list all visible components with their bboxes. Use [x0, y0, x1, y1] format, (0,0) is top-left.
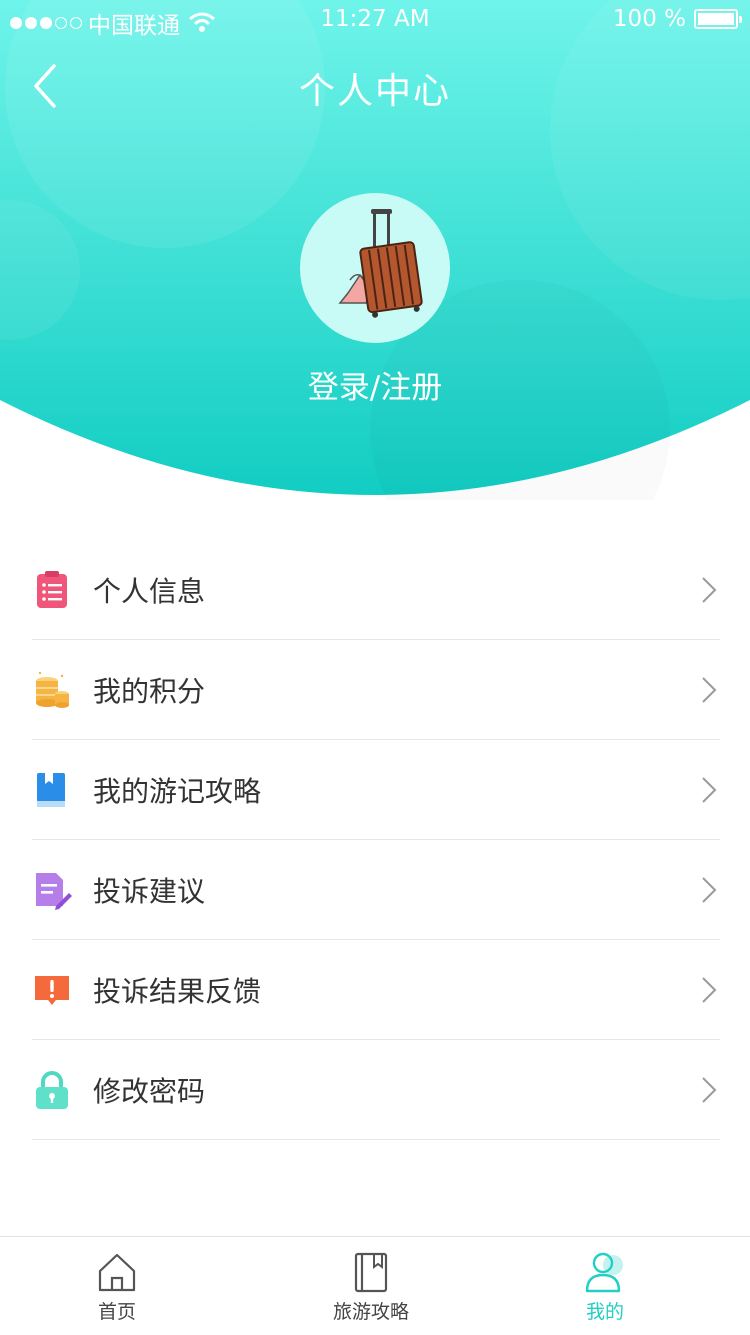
tab-label: 我的 [585, 1301, 624, 1323]
guide-book-icon [354, 1252, 388, 1293]
edit-document-icon [36, 872, 72, 910]
alert-message-icon [35, 975, 69, 1005]
tab-label: 首页 [97, 1301, 136, 1323]
menu-item-label: 投诉结果反馈 [93, 974, 262, 1008]
user-icon [585, 1252, 623, 1293]
battery-percent: 100 % [612, 6, 686, 32]
tab-mine[interactable]: 我的 [480, 1237, 730, 1335]
chevron-right-icon [702, 976, 717, 1003]
battery-icon [694, 9, 742, 29]
chevron-right-icon [702, 876, 717, 903]
book-icon [37, 772, 65, 807]
menu-item-label: 我的游记攻略 [93, 774, 262, 808]
menu-item-label: 投诉建议 [93, 874, 206, 908]
chevron-right-icon [702, 776, 717, 803]
luggage-icon [338, 209, 423, 318]
menu-item-label: 个人信息 [93, 574, 206, 608]
tab-bar: 首页 旅游攻略 我的 [0, 1236, 750, 1335]
chevron-right-icon [702, 676, 717, 703]
menu-item-label: 我的积分 [93, 674, 206, 708]
tab-home[interactable]: 首页 [0, 1237, 242, 1335]
login-register-link[interactable]: 登录/注册 [0, 362, 750, 407]
tab-label: 旅游攻略 [332, 1301, 409, 1323]
chevron-right-icon [702, 1076, 717, 1103]
profile-header: 中国联通 11:27 AM 100 % 个人中心 登录/注册 [0, 0, 750, 500]
chevron-right-icon [702, 576, 717, 603]
menu-item-label: 修改密码 [93, 1074, 206, 1108]
menu-item-my-points[interactable]: 我的积分 [32, 640, 720, 740]
lock-icon [36, 1070, 68, 1109]
status-bar: 中国联通 11:27 AM 100 % [0, 0, 750, 40]
home-icon [98, 1253, 136, 1292]
menu-item-complaint-feedback[interactable]: 投诉结果反馈 [32, 940, 720, 1040]
coins-icon [36, 671, 69, 708]
menu-item-change-password[interactable]: 修改密码 [32, 1040, 720, 1140]
avatar[interactable] [300, 193, 450, 343]
page-title: 个人中心 [298, 71, 451, 112]
tab-travel-guide[interactable]: 旅游攻略 [246, 1237, 496, 1335]
clipboard-icon [37, 570, 67, 608]
menu-item-personal-info[interactable]: 个人信息 [32, 540, 720, 640]
menu-list: 个人信息 我的积分 我的游记攻略 投诉建议 投诉结果反馈 修改密码 [32, 540, 720, 1140]
menu-item-travel-notes[interactable]: 我的游记攻略 [32, 740, 720, 840]
menu-item-complaint-suggestion[interactable]: 投诉建议 [32, 840, 720, 940]
